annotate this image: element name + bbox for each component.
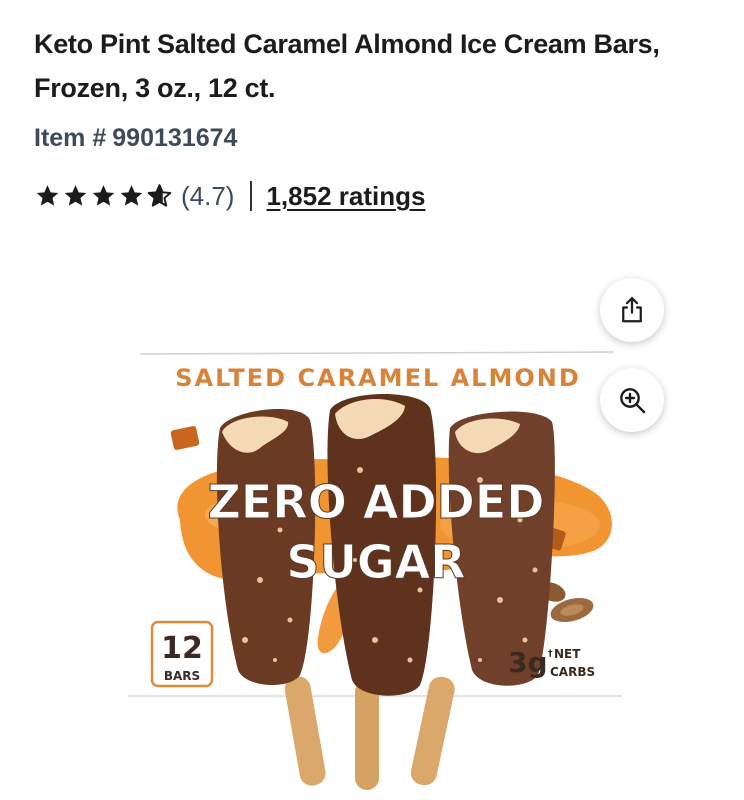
star-full-icon (62, 183, 89, 209)
svg-text:CARBS: CARBS (550, 665, 595, 679)
svg-text:12: 12 (161, 631, 203, 666)
share-button[interactable] (600, 278, 664, 342)
rating-value: (4.7) (181, 180, 235, 211)
star-full-icon (118, 183, 145, 209)
svg-text:3g: 3g (508, 646, 548, 679)
box-headline-line1: ZERO ADDED (208, 475, 545, 529)
item-number-label: Item # (34, 124, 107, 152)
svg-text:†: † (548, 649, 553, 659)
product-image[interactable]: SALTED CARAMEL ALMOND ZERO ADDED SUGAR 1… (120, 340, 630, 800)
zoom-in-icon (620, 388, 646, 414)
ratings-count-link[interactable]: 1,852 ratings (266, 181, 425, 212)
item-number-value: 990131674 (112, 124, 238, 152)
bar-count-badge: 12 BARS (150, 620, 214, 688)
rating-divider (250, 181, 253, 211)
svg-text:NET: NET (554, 647, 581, 661)
svg-text:BARS: BARS (164, 669, 200, 683)
box-flavor-text: SALTED CARAMEL ALMOND (175, 364, 581, 392)
star-full-icon (90, 183, 117, 209)
item-number: Item #990131674 (34, 124, 237, 153)
product-image-gallery[interactable]: SALTED CARAMEL ALMOND ZERO ADDED SUGAR 1… (0, 250, 744, 800)
product-title: Keto Pint Salted Caramel Almond Ice Crea… (34, 29, 660, 103)
zoom-button[interactable] (600, 368, 664, 432)
star-partial-icon (146, 183, 173, 209)
share-icon (622, 297, 642, 323)
rating-row: (4.7) 1,852 ratings (34, 176, 425, 216)
star-full-icon (34, 183, 61, 209)
star-rating (34, 183, 173, 209)
box-headline-line2: SUGAR (286, 535, 465, 589)
